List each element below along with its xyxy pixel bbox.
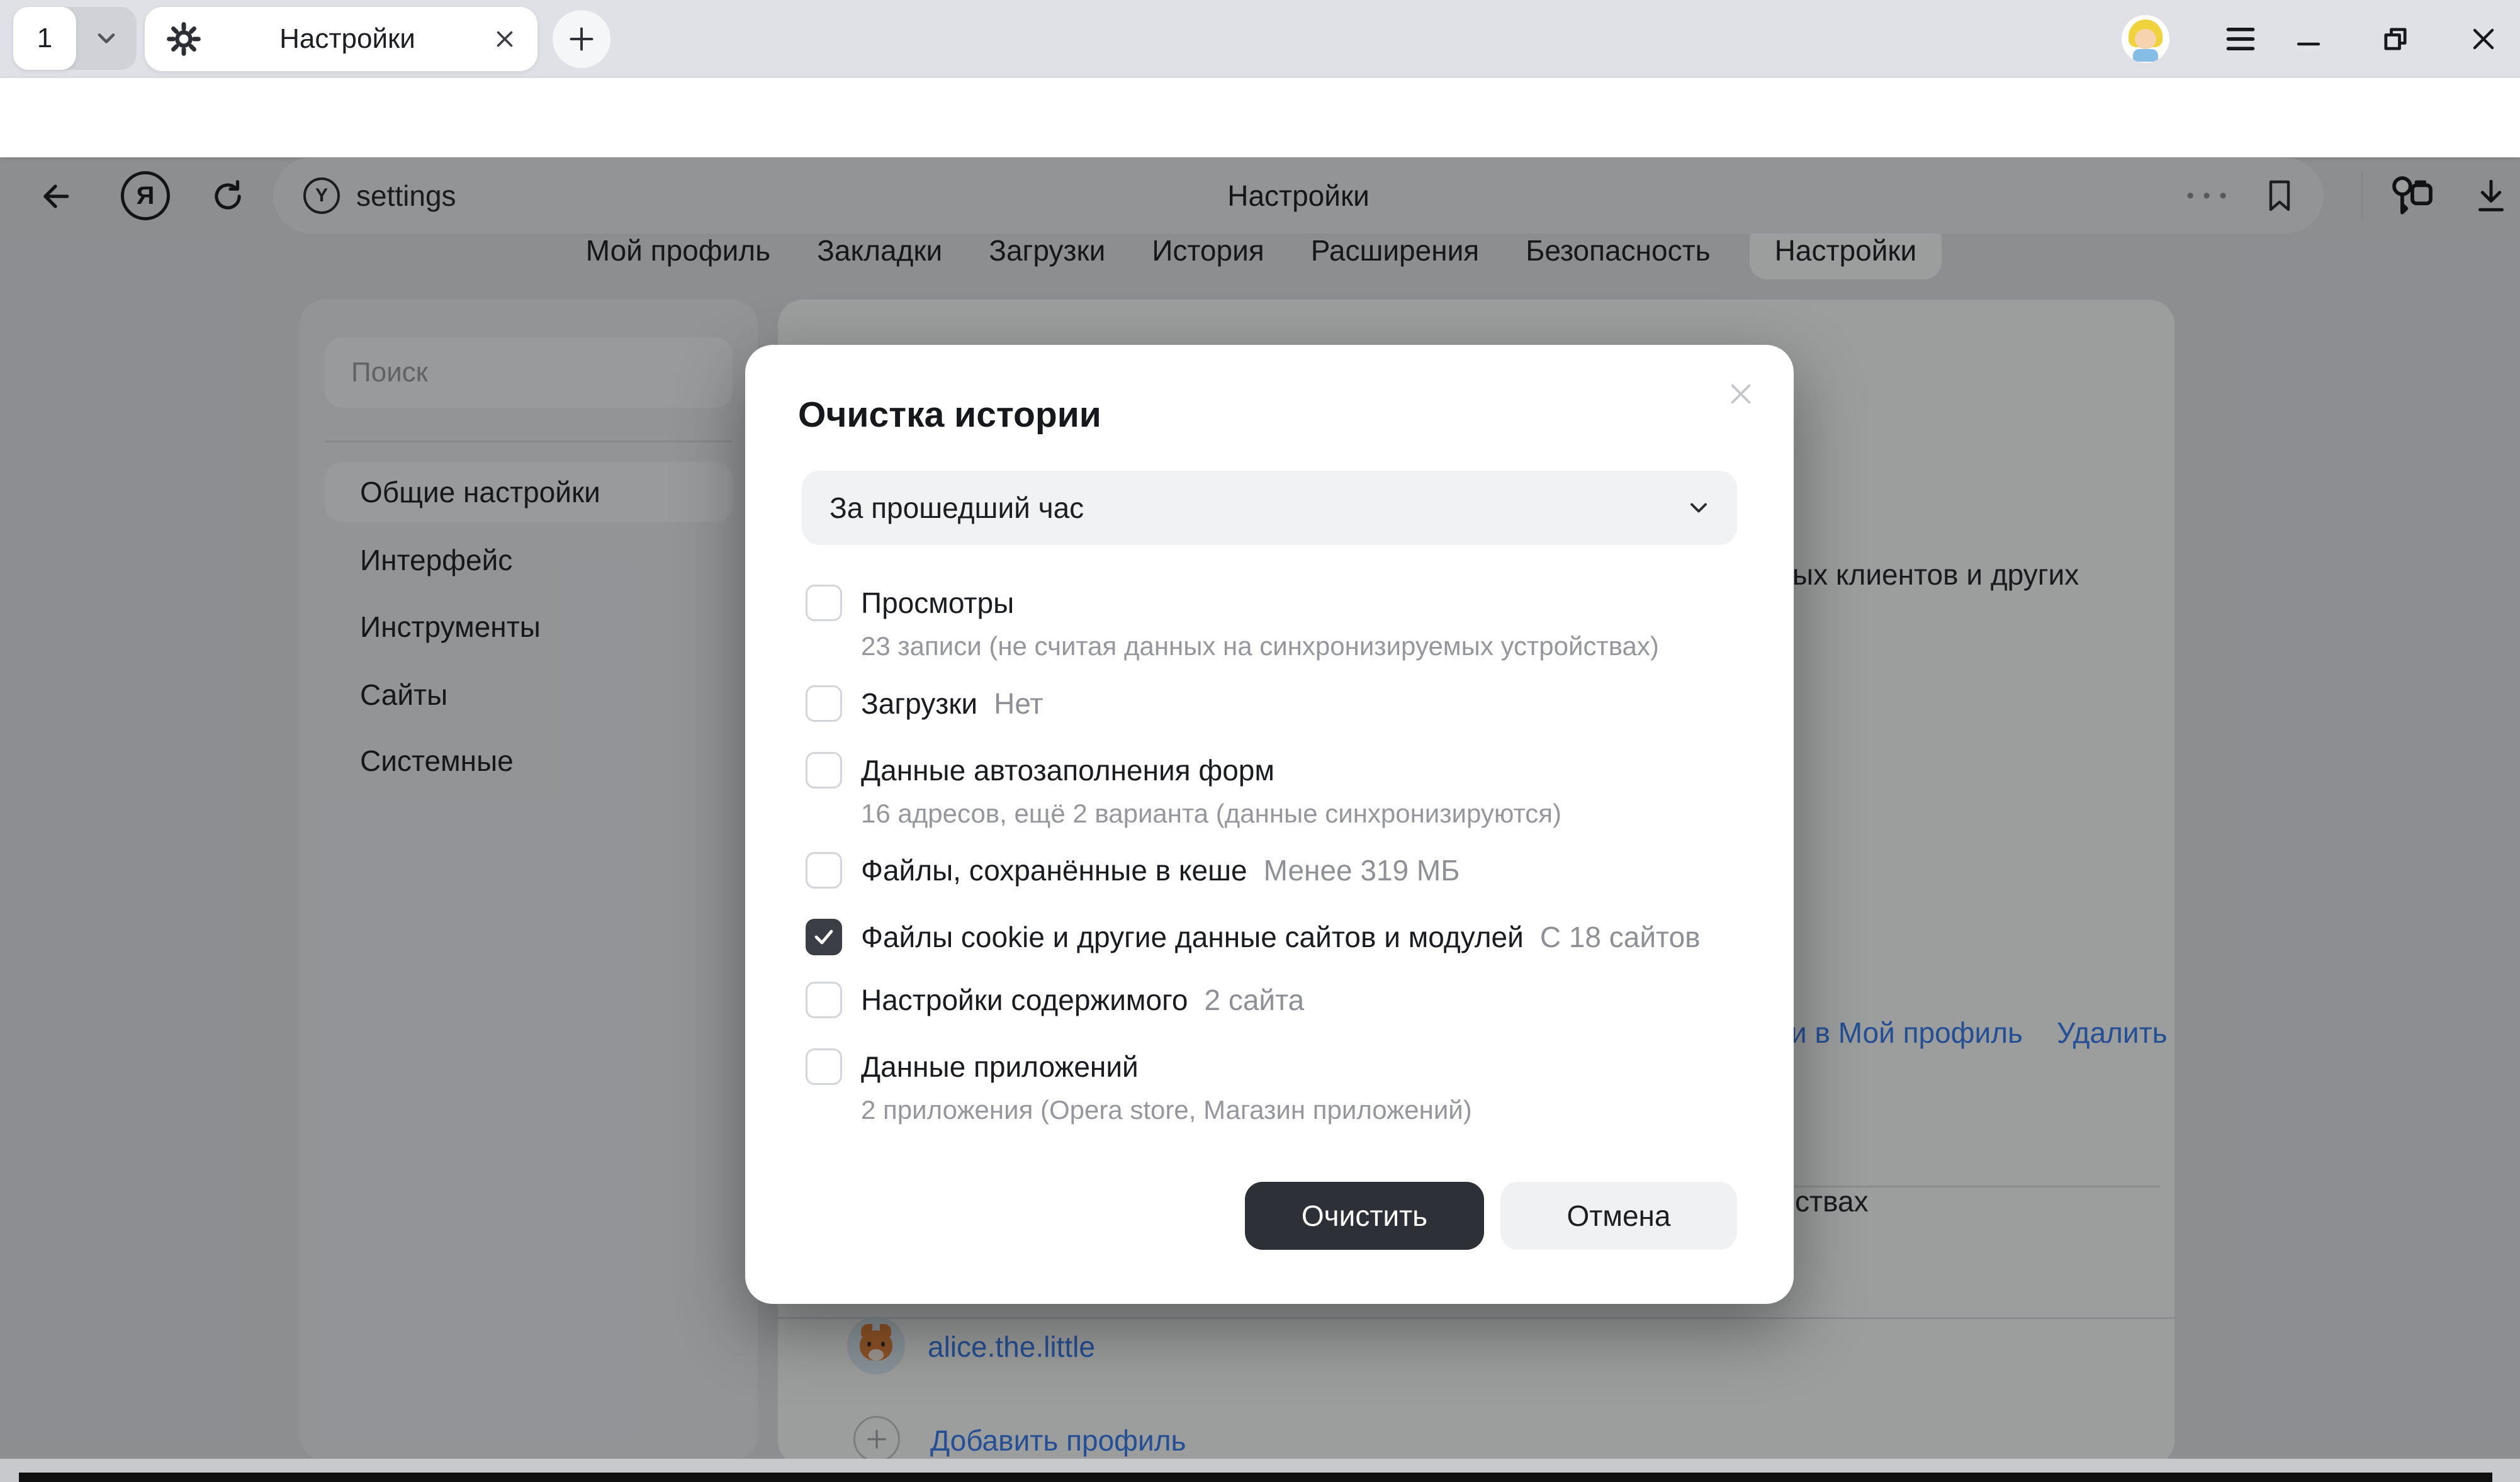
checkbox-cookies-checked[interactable] [806,919,842,955]
tab-close-icon[interactable] [493,28,516,50]
item-detail: 2 сайта [1204,983,1304,1017]
period-selected-value: За прошедший час [830,491,1688,525]
item-label: Просмотры [861,586,1014,620]
item-label: Данные приложений [861,1050,1139,1084]
chevron-down-icon [95,31,118,45]
hamburger-icon [2224,25,2257,53]
item-detail: Менее 319 МБ [1264,853,1460,887]
gear-icon [166,21,201,57]
tabs-dropdown-button[interactable] [76,7,137,70]
period-select[interactable]: За прошедший час [802,471,1737,545]
tab-strip: 1 Настройки [0,0,2520,78]
checkbox-autofill[interactable] [806,752,842,789]
history-item-content-settings: Настройки содержимого 2 сайта [806,982,1756,1018]
item-label: Данные автозаполнения форм [861,753,1274,787]
browser-profile-avatar[interactable] [2122,15,2169,63]
restore-icon [2379,23,2412,55]
tab-title: Настройки [201,23,493,55]
window-bottom-edge [0,1459,2520,1482]
check-icon [813,928,835,946]
avatar-dress [2133,49,2158,62]
item-detail: С 18 сайтов [1540,920,1701,954]
item-detail: Нет [994,687,1043,721]
history-item-app-data: Данные приложений 2 приложения (Opera st… [806,1048,1756,1125]
minimize-icon [2293,24,2324,54]
dialog-title: Очистка истории [798,394,1101,435]
taskbar-sliver [19,1473,2492,1482]
checkbox-app-data[interactable] [806,1048,842,1085]
clear-button[interactable]: Очистить [1245,1182,1484,1250]
checkbox-downloads[interactable] [806,685,842,722]
item-subtext: 16 адресов, ещё 2 варианта (данные синхр… [861,799,1561,829]
checkbox-content-settings[interactable] [806,982,842,1018]
clear-history-dialog: Очистка истории За прошедший час Просмот… [745,345,1794,1304]
dialog-footer: Очистить Отмена [1245,1182,1737,1250]
item-label: Файлы cookie и другие данные сайтов и мо… [861,920,1524,954]
item-label: Настройки содержимого [861,983,1188,1017]
close-icon [1726,379,1755,408]
restore-window-button[interactable] [2373,16,2418,62]
new-tab-button[interactable] [553,10,610,68]
checkbox-browsing[interactable] [806,585,842,621]
avatar-face [2135,29,2156,49]
close-window-button[interactable] [2461,16,2506,62]
browser-window: 1 Настройки [0,0,2520,1482]
history-item-cache: Файлы, сохранённые в кеше Менее 319 МБ [806,852,1756,889]
history-item-downloads: Загрузки Нет [806,685,1756,722]
cancel-button[interactable]: Отмена [1500,1182,1737,1250]
history-item-autofill: Данные автозаполнения форм 16 адресов, е… [806,752,1756,829]
browser-menu-button[interactable] [2218,16,2263,62]
history-item-cookies: Файлы cookie и другие данные сайтов и мо… [806,919,1756,955]
tab-count-badge[interactable]: 1 [13,7,76,70]
checkbox-cache[interactable] [806,852,842,889]
history-item-browsing: Просмотры 23 записи (не считая данных на… [806,585,1756,661]
plus-icon [568,25,595,53]
dialog-close-button[interactable] [1721,374,1761,414]
minimize-button[interactable] [2286,16,2331,62]
item-subtext: 2 приложения (Opera store, Магазин прило… [861,1095,1472,1125]
address-toolbar: Я Y settings Настройки ••• [0,78,2520,157]
item-label: Загрузки [861,687,977,721]
close-icon [2468,24,2499,54]
chevron-down-icon [1688,501,1709,515]
tab-counter[interactable]: 1 [13,7,137,70]
item-subtext: 23 записи (не считая данных на синхрониз… [861,631,1659,661]
item-label: Файлы, сохранённые в кеше [861,853,1247,887]
browser-tab-settings[interactable]: Настройки [145,7,537,71]
